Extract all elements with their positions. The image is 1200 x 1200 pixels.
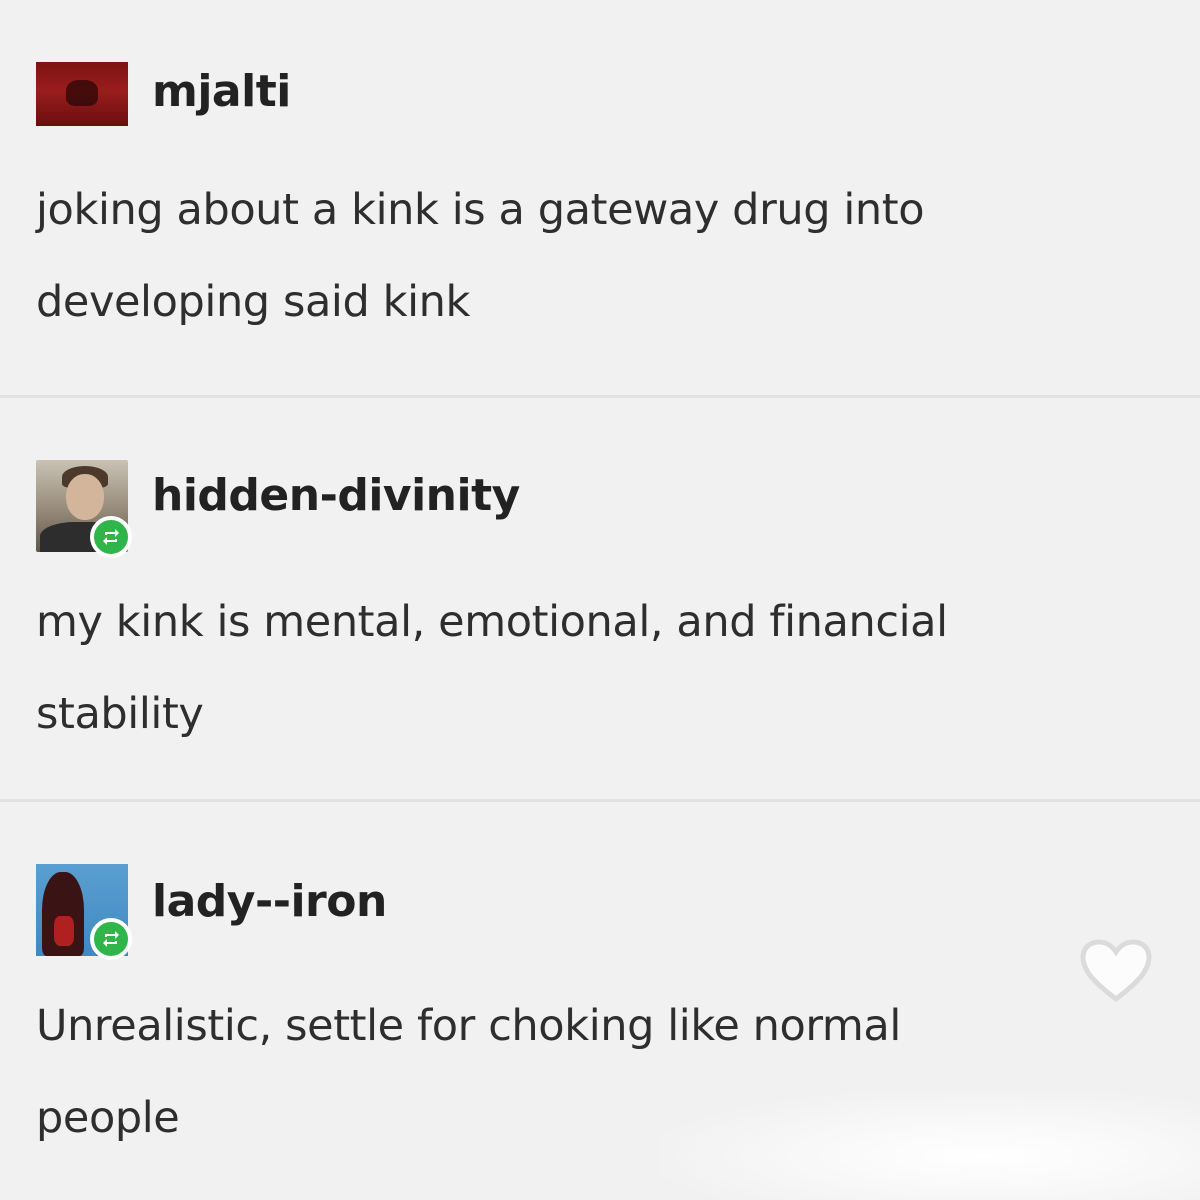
post-mjalti: mjalti joking about a kink is a gateway …: [0, 0, 1200, 396]
reblog-icon: [90, 918, 132, 960]
albanian-flag-avatar[interactable]: [36, 62, 128, 126]
post-body: joking about a kink is a gateway drug in…: [36, 164, 1186, 348]
post-body-line: developing said kink: [36, 277, 471, 327]
post-body-line: stability: [36, 689, 204, 739]
username-lady-iron[interactable]: lady--iron: [152, 876, 387, 927]
post-body-line: my kink is mental, emotional, and financ…: [36, 597, 948, 647]
heart-icon: [1080, 939, 1152, 1003]
post-hidden-divinity: hidden-divinity my kink is mental, emoti…: [0, 396, 1200, 800]
post-body: my kink is mental, emotional, and financ…: [36, 576, 1186, 760]
like-button[interactable]: [1076, 936, 1156, 1006]
username-hidden-divinity[interactable]: hidden-divinity: [152, 470, 520, 521]
flag-eagle-icon: [66, 80, 98, 106]
post-body-line: Unrealistic, settle for choking like nor…: [36, 1001, 901, 1051]
image-glare: [660, 1090, 1200, 1200]
avatar-head: [66, 474, 104, 520]
username-mjalti[interactable]: mjalti: [152, 66, 291, 117]
reblog-icon: [90, 516, 132, 558]
post-body-line: joking about a kink is a gateway drug in…: [36, 185, 925, 235]
avatar-figure-accent: [54, 916, 74, 946]
